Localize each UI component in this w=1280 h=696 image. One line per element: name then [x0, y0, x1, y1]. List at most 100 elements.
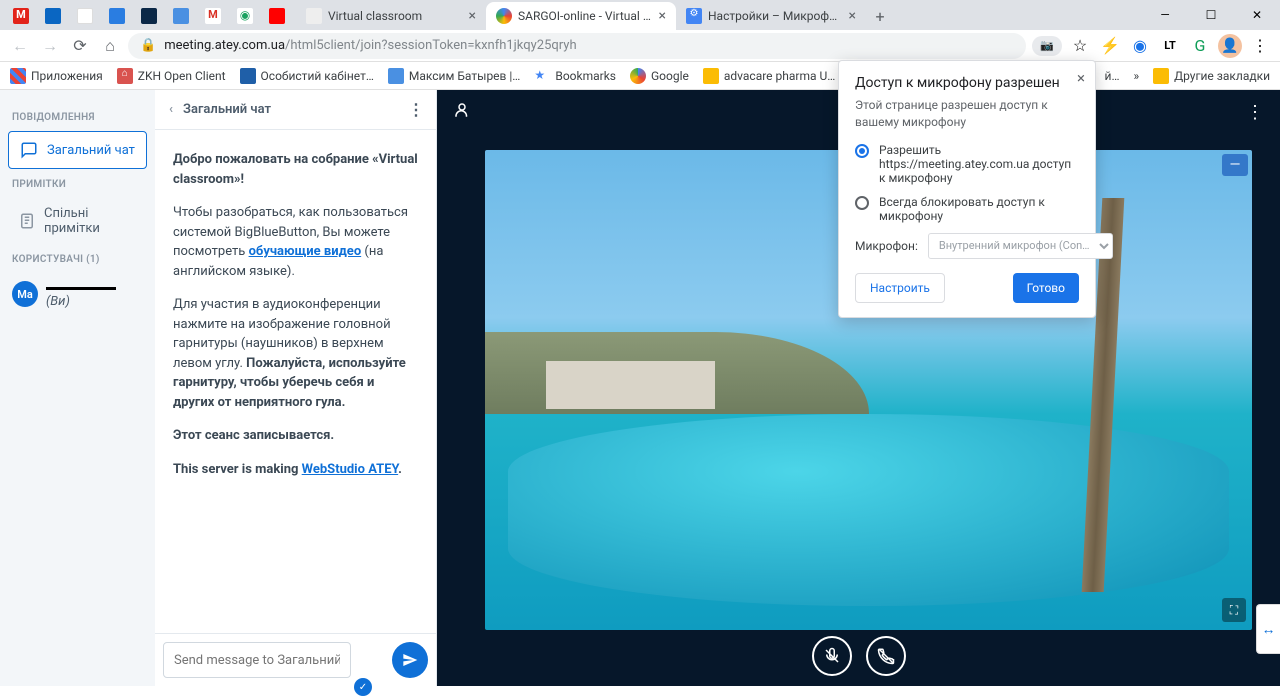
- chat-options-icon[interactable]: ⋮: [408, 100, 424, 119]
- extension-icon[interactable]: ⚡: [1098, 34, 1122, 58]
- extension-icon[interactable]: LT: [1158, 34, 1182, 58]
- pinned-tab[interactable]: [104, 2, 136, 30]
- sidebar-item-label: Спільні примітки: [44, 206, 137, 236]
- bookmark-item[interactable]: advacare pharma U…: [703, 68, 835, 84]
- send-button[interactable]: [392, 642, 428, 678]
- chat-header: ‹ Загальний чат ⋮: [155, 90, 436, 130]
- fullscreen-icon[interactable]: ⛶: [1222, 598, 1246, 622]
- extension-icon[interactable]: G: [1188, 34, 1212, 58]
- bookmark-label: ZKH Open Client: [138, 69, 226, 83]
- bookmark-item[interactable]: Google: [630, 68, 689, 84]
- bookmark-label: й…: [1105, 69, 1120, 83]
- close-icon[interactable]: ×: [659, 8, 666, 24]
- radio-allow[interactable]: Разрешить https://meeting.atey.com.ua до…: [855, 143, 1079, 185]
- radio-label: Всегда блокировать доступ к микрофону: [879, 195, 1079, 223]
- close-icon[interactable]: ×: [1077, 69, 1085, 87]
- pinned-tab[interactable]: [264, 2, 296, 30]
- window-minimize[interactable]: —: [1142, 0, 1188, 30]
- bookmarks-overflow[interactable]: »: [1133, 69, 1139, 83]
- address-bar: ← → ⟳ ⌂ 🔒 meeting.atey.com.ua/html5clien…: [0, 30, 1280, 62]
- chat-title: Загальний чат: [183, 102, 271, 117]
- bookmark-item[interactable]: ★Bookmarks: [534, 68, 616, 84]
- bookmark-item[interactable]: Особистий кабінет…: [240, 68, 374, 84]
- pinned-tab[interactable]: [40, 2, 72, 30]
- window-close[interactable]: ✕: [1234, 0, 1280, 30]
- bookmark-label: Максим Батырев |…: [409, 69, 520, 83]
- sidebar-item-label: Загальний чат: [47, 143, 135, 158]
- radio-block[interactable]: Всегда блокировать доступ к микрофону: [855, 195, 1079, 223]
- url-box[interactable]: 🔒 meeting.atey.com.ua/html5client/join?s…: [128, 33, 1026, 59]
- url-domain: meeting.atey.com.ua: [164, 38, 285, 53]
- webstudio-link[interactable]: WebStudio ATEY: [302, 462, 398, 477]
- nav-home[interactable]: ⌂: [98, 34, 122, 58]
- bookmark-label: Bookmarks: [555, 69, 616, 83]
- nav-forward[interactable]: →: [38, 34, 62, 58]
- user-item[interactable]: Ma (Ви): [8, 273, 147, 315]
- browser-tab[interactable]: ⚙Настройки – Микрофон×: [676, 2, 866, 30]
- minimize-presentation-button[interactable]: —: [1222, 154, 1248, 176]
- radio-label: Разрешить https://meeting.atey.com.ua до…: [879, 143, 1079, 185]
- room-options-icon[interactable]: ⋮: [1246, 102, 1264, 123]
- nav-back[interactable]: ←: [8, 34, 32, 58]
- microphone-permission-popup: × Доступ к микрофону разрешен Этой стран…: [838, 60, 1096, 318]
- radio-icon: [855, 196, 869, 210]
- sidebar: ПОВІДОМЛЕННЯ Загальний чат ПРИМІТКИ Спіл…: [0, 90, 155, 686]
- popup-subtitle: Этой странице разрешен доступ к вашему м…: [855, 97, 1079, 131]
- audio-instructions: Для участия в аудиоконференции нажмите н…: [173, 295, 418, 412]
- users-icon[interactable]: [453, 101, 471, 123]
- pinned-tab[interactable]: M: [200, 2, 232, 30]
- url-path: /html5client/join?sessionToken=kxnfh1jkq…: [285, 38, 577, 53]
- chat-message-input[interactable]: [163, 642, 351, 678]
- chevron-left-icon[interactable]: ‹: [169, 102, 173, 117]
- tab-title: Настройки – Микрофон: [708, 9, 843, 23]
- bookmark-item-truncated[interactable]: й…: [1105, 69, 1120, 83]
- user-avatar: Ma: [12, 281, 38, 307]
- apps-shortcut[interactable]: Приложения: [10, 68, 103, 84]
- browser-tab[interactable]: Virtual classroom ×: [296, 2, 486, 30]
- nav-reload[interactable]: ⟳: [68, 34, 92, 58]
- leave-audio-button[interactable]: [866, 636, 906, 676]
- chat-panel: ‹ Загальний чат ⋮ Добро пожаловать на со…: [155, 90, 437, 686]
- camera-indicator-icon[interactable]: 📷: [1032, 36, 1062, 56]
- popup-title: Доступ к микрофону разрешен: [855, 75, 1079, 91]
- mute-audio-button[interactable]: [812, 636, 852, 676]
- welcome-text: Добро пожаловать на собрание «Virtual cl…: [173, 152, 418, 187]
- microphone-select[interactable]: Внутренний микрофон (Con…: [928, 233, 1113, 259]
- close-icon[interactable]: ×: [469, 8, 476, 24]
- sidebar-item-shared-notes[interactable]: Спільні примітки: [8, 198, 147, 244]
- close-icon[interactable]: ×: [849, 8, 856, 24]
- pinned-tab[interactable]: [136, 2, 168, 30]
- sidebar-section-notes: ПРИМІТКИ: [12, 179, 143, 190]
- done-button[interactable]: Готово: [1013, 273, 1079, 303]
- bookmark-item[interactable]: ⌂ZKH Open Client: [117, 68, 226, 84]
- user-name: (Ви): [46, 279, 143, 309]
- window-maximize[interactable]: ☐: [1188, 0, 1234, 30]
- bookmark-label: Особистий кабінет…: [261, 69, 374, 83]
- tab-title: Virtual classroom: [328, 9, 463, 23]
- microphone-label: Микрофон:: [855, 239, 918, 253]
- teamviewer-icon[interactable]: ↔: [1256, 604, 1280, 654]
- pinned-tab[interactable]: ◉: [232, 2, 264, 30]
- lock-icon: 🔒: [140, 38, 156, 53]
- bookmark-label: Другие закладки: [1174, 69, 1270, 83]
- star-icon[interactable]: ☆: [1068, 34, 1092, 58]
- pinned-tab[interactable]: M: [8, 2, 40, 30]
- browser-menu-icon[interactable]: ⋮: [1248, 34, 1272, 58]
- extension-icon[interactable]: ◉: [1128, 34, 1152, 58]
- bookmark-label: Google: [651, 69, 689, 83]
- radio-icon: [855, 144, 869, 158]
- media-controls: [437, 636, 1280, 676]
- chat-icon: [19, 140, 39, 160]
- tutorial-link[interactable]: обучающие видео: [249, 244, 362, 259]
- chat-body: Добро пожаловать на собрание «Virtual cl…: [155, 130, 436, 633]
- bookmark-item[interactable]: Максим Батырев |…: [388, 68, 520, 84]
- profile-avatar[interactable]: 👤: [1218, 34, 1242, 58]
- pinned-tab[interactable]: [168, 2, 200, 30]
- sidebar-item-public-chat[interactable]: Загальний чат: [8, 131, 147, 169]
- new-tab-button[interactable]: +: [866, 2, 894, 30]
- help-text: Чтобы разобраться, как пользоваться сист…: [173, 203, 418, 281]
- settings-button[interactable]: Настроить: [855, 273, 945, 303]
- other-bookmarks[interactable]: Другие закладки: [1153, 68, 1270, 84]
- pinned-tab[interactable]: [72, 2, 104, 30]
- browser-tab-active[interactable]: SARGOI-online - Virtual classroo×: [486, 2, 676, 30]
